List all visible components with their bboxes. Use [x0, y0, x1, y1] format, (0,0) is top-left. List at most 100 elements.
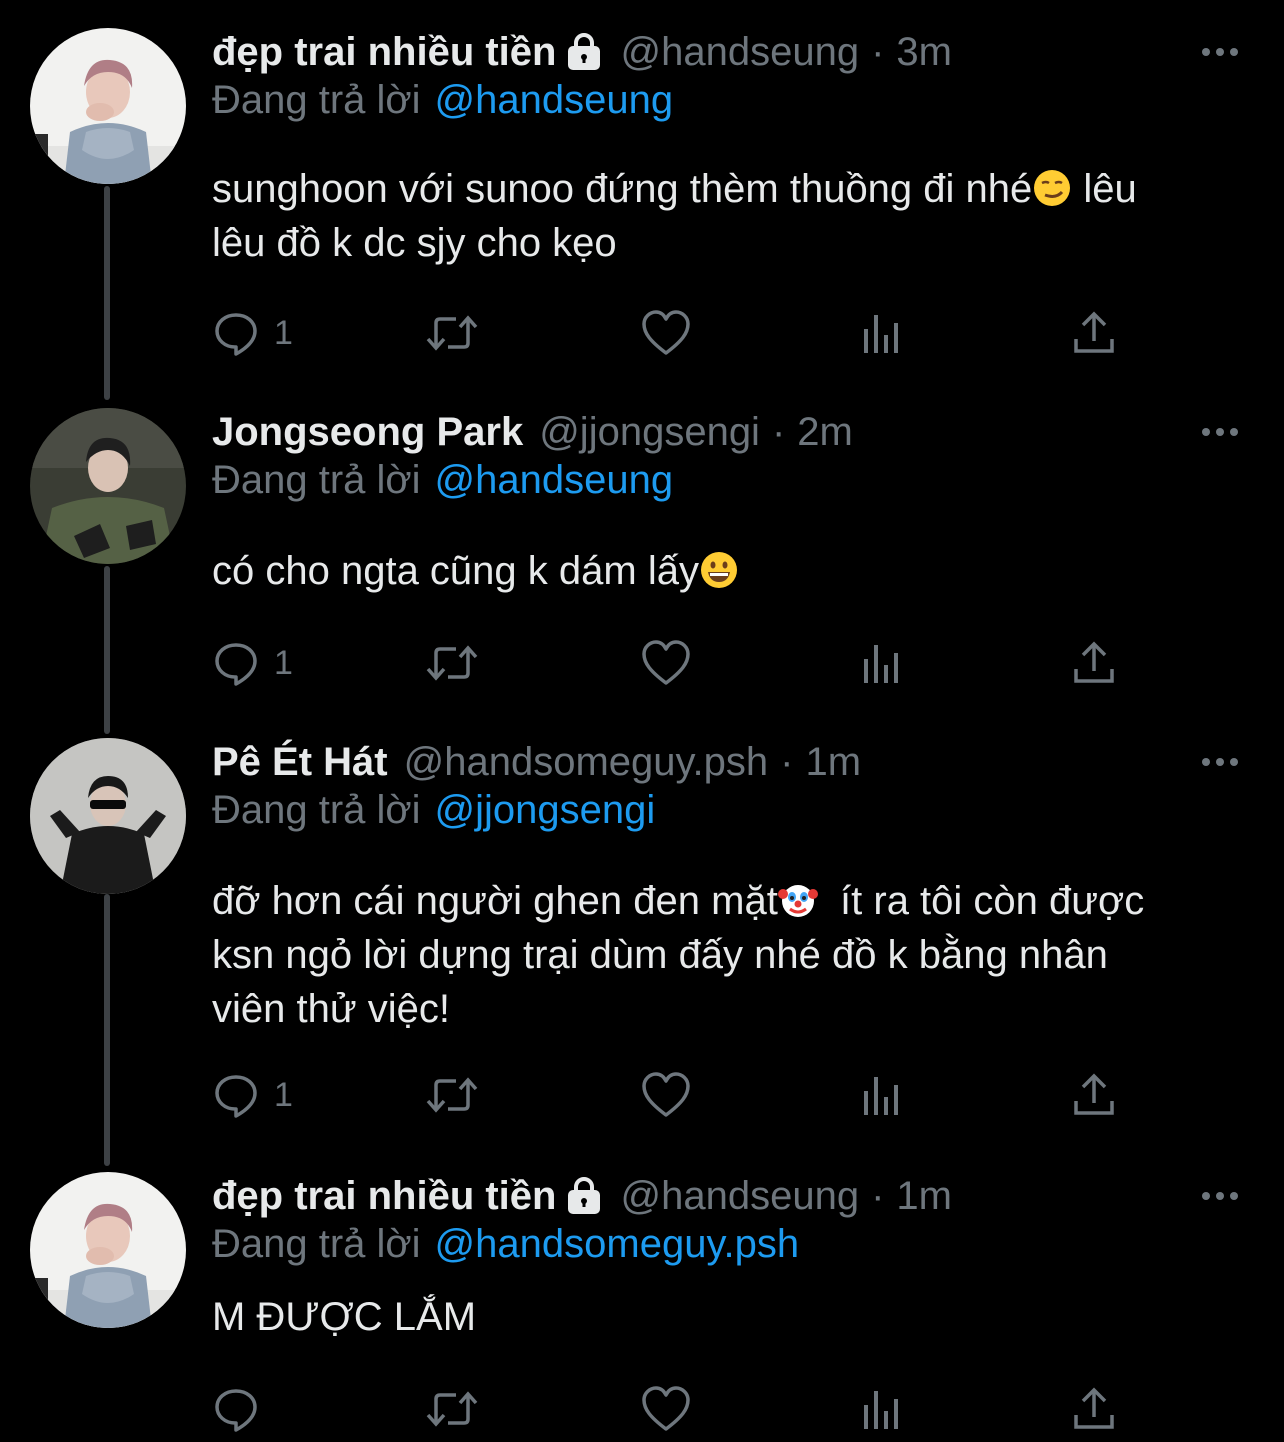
tweet-actions: 1: [212, 638, 1132, 688]
separator-dot: ·: [871, 29, 885, 74]
share-icon: [1074, 311, 1114, 353]
handle[interactable]: @handsomeguy.psh: [404, 740, 769, 785]
reply-button[interactable]: [212, 1384, 260, 1434]
reply-count: 1: [274, 313, 293, 352]
grinning-emoji-icon: [700, 552, 737, 588]
analytics-icon: [864, 1391, 898, 1429]
mention-link[interactable]: @jjongsengi: [435, 788, 656, 832]
like-button[interactable]: [640, 1384, 692, 1434]
tweet-actions: 1: [212, 1070, 1132, 1120]
heart-icon: [642, 1072, 690, 1117]
timestamp[interactable]: 3m: [896, 30, 952, 75]
separator-dot: ·: [771, 409, 786, 454]
mention-link[interactable]: @handsomeguy.psh: [435, 1222, 800, 1266]
display-name[interactable]: Pê Ét Hát: [212, 740, 388, 785]
retweet-icon: [426, 1077, 478, 1113]
handle[interactable]: @jjongsengi: [539, 410, 760, 455]
text-segment: M ĐƯỢC LẮM: [212, 1295, 477, 1339]
more-options-icon[interactable]: [1200, 1186, 1240, 1206]
reply-icon: [215, 313, 257, 356]
clown-emoji-icon: [777, 885, 818, 917]
share-button[interactable]: [1072, 638, 1116, 688]
reply-button[interactable]: 1: [212, 1070, 293, 1120]
replying-to: Đang trả lời @jjongsengi: [212, 788, 655, 833]
analytics-icon: [864, 315, 898, 353]
like-button[interactable]: [640, 638, 692, 688]
separator-dot: ·: [780, 739, 794, 784]
heart-icon: [642, 310, 690, 355]
heart-icon: [642, 640, 690, 685]
share-icon: [1074, 641, 1114, 683]
mention-link[interactable]: @handseung: [435, 458, 674, 502]
display-name[interactable]: Jongseong Park: [212, 410, 523, 455]
smirk-emoji-icon: [1034, 170, 1071, 206]
reply-count: 1: [274, 1075, 293, 1114]
lock-icon: [568, 33, 601, 70]
tweet-actions: [212, 1384, 1132, 1434]
replying-to-label: Đang trả lời: [212, 1222, 421, 1266]
text-segment: lêu: [1072, 167, 1137, 211]
reply-icon: [215, 1389, 257, 1432]
text-segment: có cho ngta cũng k dám lấy: [212, 549, 699, 593]
share-icon: [1074, 1387, 1114, 1429]
text-segment: ít ra tôi còn được: [817, 879, 1145, 923]
retweet-button[interactable]: [424, 308, 480, 358]
more-options-icon[interactable]: [1200, 752, 1240, 772]
lock-icon: [568, 1177, 601, 1214]
heart-icon: [642, 1386, 690, 1431]
reply-icon: [215, 1075, 257, 1118]
replying-to-label: Đang trả lời: [212, 78, 421, 122]
tweet[interactable]: đẹp trai nhiều tiền @handseung · 3m Đang…: [0, 28, 1284, 388]
views-button[interactable]: [860, 1070, 904, 1120]
views-button[interactable]: [860, 1384, 904, 1434]
views-button[interactable]: [860, 308, 904, 358]
text-segment: viên thử việc!: [212, 987, 450, 1031]
mention-link[interactable]: @handseung: [435, 78, 674, 122]
replying-to-label: Đang trả lời: [212, 458, 421, 502]
analytics-icon: [864, 1077, 898, 1115]
tweet-text: M ĐƯỢC LẮM: [212, 1290, 1252, 1344]
tweet-actions: 1: [212, 308, 1132, 358]
tweet[interactable]: đẹp trai nhiều tiền @handseung · 1m Đang…: [0, 1172, 1284, 1442]
tweet-text: đỡ hơn cái người ghen đen mặt ít ra tôi …: [212, 874, 1252, 1036]
avatar[interactable]: [30, 28, 186, 184]
like-button[interactable]: [640, 308, 692, 358]
replying-to-label: Đang trả lời: [212, 788, 421, 832]
display-name[interactable]: đẹp trai nhiều tiền: [212, 30, 556, 75]
views-button[interactable]: [860, 638, 904, 688]
handle[interactable]: @handseung: [620, 30, 859, 75]
share-button[interactable]: [1072, 1384, 1116, 1434]
like-button[interactable]: [640, 1070, 692, 1120]
text-segment: đỡ hơn cái người ghen đen mặt: [212, 879, 778, 923]
text-segment: sunghoon với sunoo đứng thèm thuồng đi n…: [212, 167, 1033, 211]
retweet-icon: [426, 1391, 478, 1427]
share-icon: [1074, 1073, 1114, 1115]
replying-to: Đang trả lời @handsomeguy.psh: [212, 1222, 799, 1267]
reply-button[interactable]: 1: [212, 308, 293, 358]
tweet[interactable]: Jongseong Park @jjongsengi · 2m Đang trả…: [0, 408, 1284, 708]
timestamp[interactable]: 1m: [896, 1174, 952, 1219]
avatar[interactable]: [30, 738, 186, 894]
reply-button[interactable]: 1: [212, 638, 293, 688]
retweet-button[interactable]: [424, 1384, 480, 1434]
display-name[interactable]: đẹp trai nhiều tiền: [212, 1174, 556, 1219]
tweet-text: sunghoon với sunoo đứng thèm thuồng đi n…: [212, 162, 1252, 270]
more-options-icon[interactable]: [1200, 42, 1240, 62]
handle[interactable]: @handseung: [620, 1174, 859, 1219]
timestamp[interactable]: 1m: [805, 740, 861, 785]
avatar[interactable]: [30, 408, 186, 564]
text-segment: ksn ngỏ lời dựng trại dùm đấy nhé đồ k b…: [212, 933, 1108, 977]
retweet-button[interactable]: [424, 638, 480, 688]
more-options-icon[interactable]: [1200, 422, 1240, 442]
share-button[interactable]: [1072, 1070, 1116, 1120]
tweet[interactable]: Pê Ét Hát @handsomeguy.psh · 1m Đang trả…: [0, 738, 1284, 1148]
share-button[interactable]: [1072, 308, 1116, 358]
retweet-icon: [426, 645, 478, 681]
text-segment: lêu đồ k dc sjy cho kẹo: [212, 221, 617, 265]
timestamp[interactable]: 2m: [797, 410, 853, 455]
retweet-button[interactable]: [424, 1070, 480, 1120]
tweet-text: có cho ngta cũng k dám lấy: [212, 544, 1252, 598]
avatar[interactable]: [30, 1172, 186, 1328]
retweet-icon: [426, 315, 478, 351]
replying-to: Đang trả lời @handseung: [212, 458, 673, 503]
